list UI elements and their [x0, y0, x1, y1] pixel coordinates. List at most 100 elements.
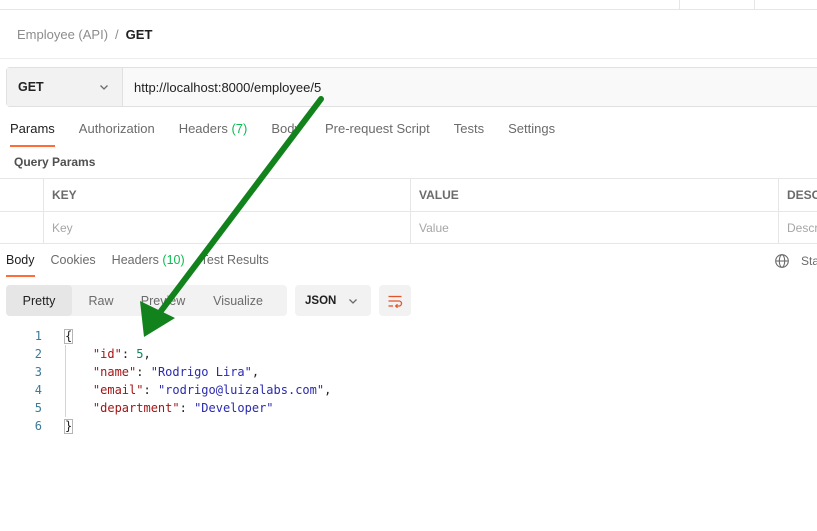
json-punctuation: : [136, 365, 151, 379]
tab-pre-request-script[interactable]: Pre-request Script [325, 121, 430, 147]
json-string-value: "Developer" [194, 401, 274, 415]
tab-label: Settings [508, 121, 556, 136]
header-divider [0, 58, 817, 59]
column-header-description: DESCRIPTION [778, 179, 817, 211]
code-line: 1{ [0, 327, 331, 345]
line-content: "name": "Rodrigo Lira", [42, 363, 259, 381]
tab-label: Body [271, 121, 301, 136]
tab-cookies[interactable]: Cookies [51, 253, 96, 277]
tab-params[interactable]: Params [10, 121, 55, 147]
json-number-value: 5 [136, 347, 144, 361]
table-row: Key Value Description [0, 211, 817, 244]
view-visualize-button[interactable]: Visualize [196, 285, 280, 316]
code-line: 3 "name": "Rodrigo Lira", [0, 363, 331, 381]
breadcrumb-parent[interactable]: Employee (API) [17, 27, 108, 42]
code-line: 6} [0, 417, 331, 435]
method-label: GET [18, 80, 44, 94]
json-punctuation: : [179, 401, 195, 415]
tab-label: Body [6, 253, 35, 267]
breadcrumb-current: GET [125, 26, 153, 42]
json-key: "email" [92, 383, 144, 397]
line-content: "email": "rodrigo@luizalabs.com", [42, 381, 331, 399]
description-input[interactable]: Description [778, 212, 817, 243]
tab-headers[interactable]: Headers (7) [179, 121, 248, 147]
json-punctuation: , [251, 365, 260, 379]
tab-label: Headers [178, 121, 228, 136]
tab-label: Tests [453, 121, 485, 136]
format-select[interactable]: JSON [295, 285, 371, 316]
tab-body[interactable]: Body [271, 121, 301, 147]
tab-authorization[interactable]: Authorization [79, 121, 155, 147]
tab-label: Params [10, 121, 55, 136]
checkbox-column [0, 179, 43, 211]
json-string-value: "Rodrigo Lira" [150, 365, 252, 379]
code-line: 4 "email": "rodrigo@luizalabs.com", [0, 381, 332, 399]
query-params-title: Query Params [14, 155, 96, 169]
view-mode-group: Pretty Raw Preview Visualize [6, 285, 287, 316]
json-key: "name" [92, 365, 137, 379]
tab-divider [679, 0, 680, 10]
format-label: JSON [305, 294, 337, 307]
json-punctuation: : [143, 383, 158, 397]
method-select[interactable]: GET [7, 68, 123, 106]
line-content: } [42, 417, 74, 435]
wrap-lines-button[interactable] [379, 285, 411, 316]
breadcrumb: Employee (API) / GET [17, 25, 152, 43]
tab-response-body[interactable]: Body [6, 253, 35, 277]
tab-label: Test Results [200, 253, 269, 267]
column-header-key: KEY [43, 179, 410, 211]
url-bar: GET http://localhost:8000/employee/5 [6, 67, 817, 107]
url-input[interactable]: http://localhost:8000/employee/5 [123, 68, 817, 106]
json-punctuation: : [121, 347, 137, 361]
tab-response-headers[interactable]: Headers (10) [112, 253, 185, 277]
line-number: 5 [34, 401, 42, 415]
top-tab-strip [0, 0, 817, 10]
view-raw-button[interactable]: Raw [72, 285, 130, 316]
view-preview-button[interactable]: Preview [130, 285, 196, 316]
request-tabs: Params Authorization Headers (7) Body Pr… [10, 121, 579, 147]
json-brace: } [64, 419, 74, 434]
json-key: "id" [92, 347, 122, 361]
line-number: 4 [34, 383, 42, 397]
code-line: 2 "id": 5, [0, 345, 331, 363]
response-body-code: 1{2 "id": 5, 3 "name": "Rodrigo Lira", 4 "… [0, 327, 331, 435]
tab-label: Authorization [78, 121, 155, 136]
response-tabs: Body Cookies Headers (10) Test Results [6, 253, 285, 277]
line-number: 1 [34, 329, 42, 343]
tab-settings[interactable]: Settings [508, 121, 555, 147]
tab-label: Pre-request Script [324, 121, 430, 136]
line-number: 3 [34, 365, 42, 379]
json-punctuation: , [143, 347, 151, 361]
tab-label: Headers [111, 253, 159, 267]
row-checkbox-cell [0, 212, 43, 243]
query-params-table: KEY VALUE DESCRIPTION Key Value Descript… [0, 178, 817, 244]
indent-guide [65, 345, 66, 417]
line-number: 6 [34, 419, 42, 433]
globe-icon[interactable] [774, 253, 790, 269]
json-string-value: "rodrigo@luizalabs.com" [157, 383, 325, 397]
line-content: { [42, 327, 74, 345]
response-status-label: Status [801, 254, 817, 268]
json-brace: { [64, 329, 74, 344]
value-input[interactable]: Value [410, 212, 778, 243]
code-line: 5 "department": "Developer" [0, 399, 331, 417]
tab-count: (7) [231, 121, 248, 136]
line-number: 2 [34, 347, 42, 361]
json-key: "department" [92, 401, 180, 415]
tab-label: Cookies [50, 253, 96, 267]
wrap-lines-icon [388, 295, 403, 308]
tab-tests[interactable]: Tests [454, 121, 484, 147]
tab-count: (10) [162, 253, 185, 267]
tab-divider [754, 0, 755, 10]
key-input[interactable]: Key [43, 212, 410, 243]
tab-test-results[interactable]: Test Results [201, 253, 269, 277]
chevron-down-icon [349, 298, 357, 304]
view-pretty-button[interactable]: Pretty [6, 285, 72, 316]
json-punctuation: , [324, 383, 332, 397]
breadcrumb-separator: / [115, 26, 119, 42]
chevron-down-icon [100, 85, 108, 90]
